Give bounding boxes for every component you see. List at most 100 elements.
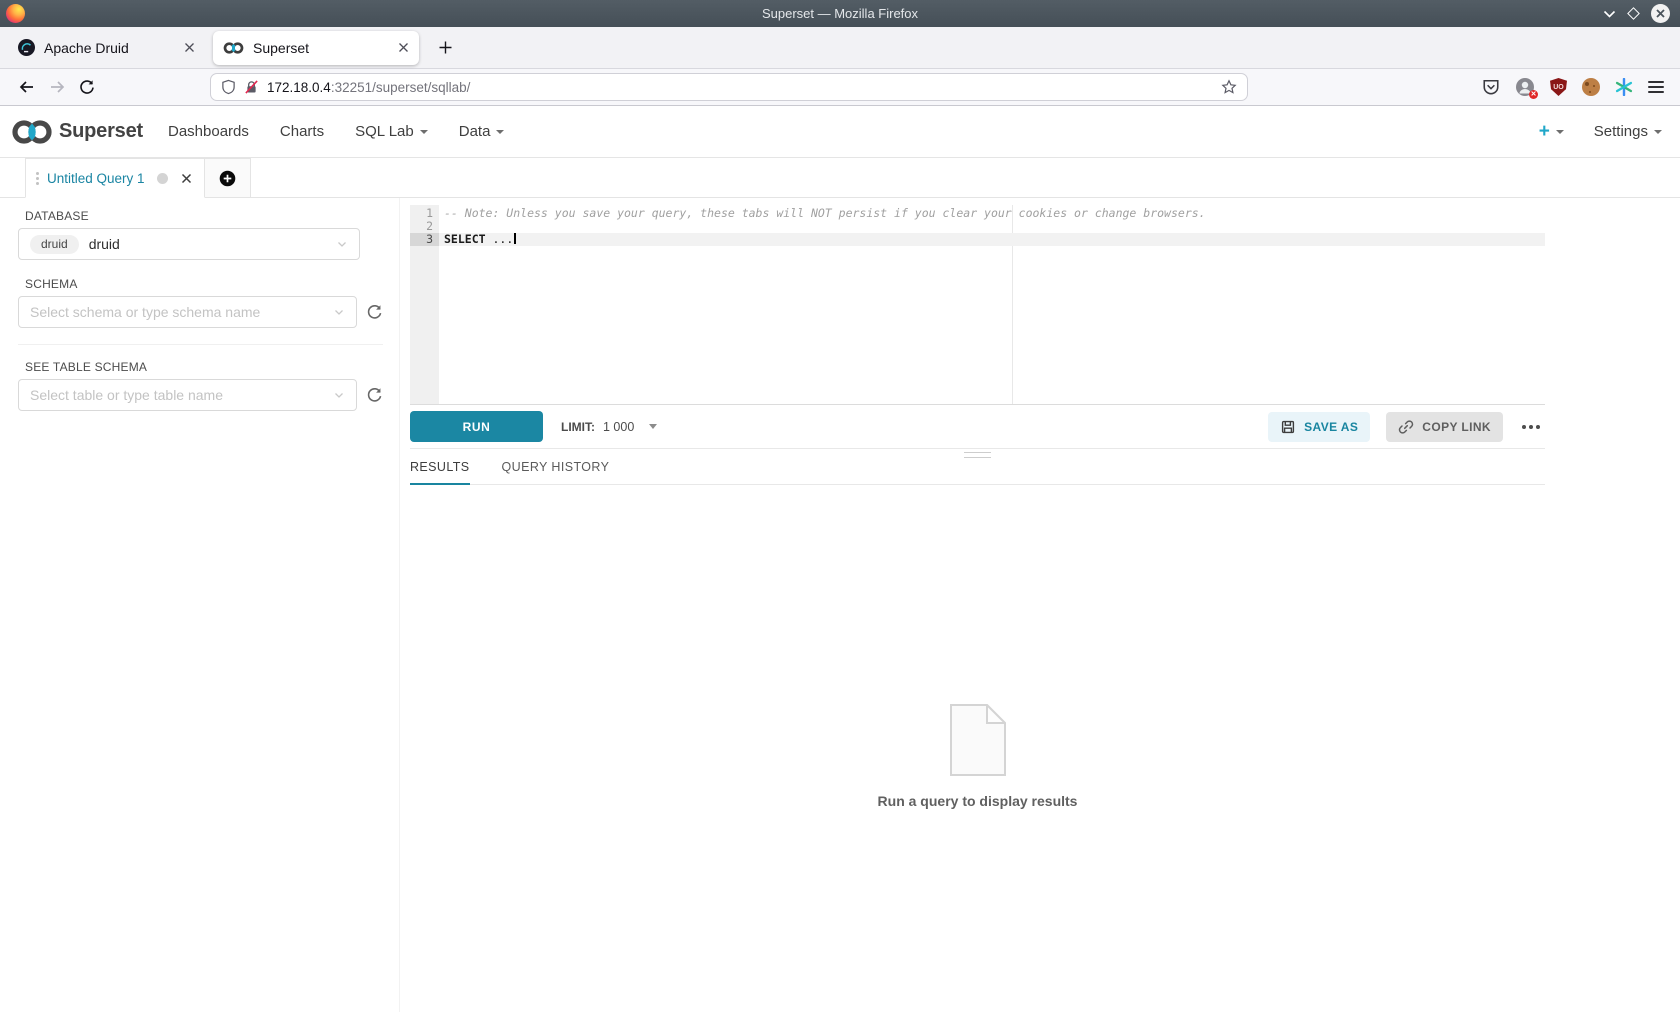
superset-favicon [223, 41, 244, 55]
nav-item-charts[interactable]: Charts [280, 123, 324, 140]
nav-label: Dashboards [168, 123, 249, 140]
window-close-icon[interactable] [1651, 4, 1670, 23]
code-comment-line: -- Note: Unless you save your query, the… [439, 207, 1545, 220]
nav-item-dashboards[interactable]: Dashboards [168, 123, 249, 140]
table-schema-label: SEE TABLE SCHEMA [25, 360, 383, 374]
query-tab-strip: Untitled Query 1 [0, 158, 1680, 198]
reload-button[interactable] [72, 73, 102, 101]
superset-navbar: Superset Dashboards Charts SQL Lab Data … [0, 106, 1680, 158]
run-button[interactable]: RUN [410, 411, 543, 442]
line-number-active: 3 [410, 233, 439, 246]
nav-item-sql-lab[interactable]: SQL Lab [355, 123, 428, 140]
add-query-tab-button[interactable] [205, 158, 251, 198]
pane-resize-handle[interactable] [964, 452, 991, 458]
limit-dropdown[interactable]: LIMIT: 1 000 [561, 420, 657, 434]
editor-gutter: 1 2 3 [410, 205, 439, 404]
code-active-line: SELECT ... [439, 233, 1545, 246]
browser-tab-apache-druid[interactable]: Apache Druid [8, 31, 205, 65]
nav-label: SQL Lab [355, 123, 414, 140]
text-cursor [514, 233, 516, 244]
url-path: :32251/superset/sqllab/ [331, 80, 471, 95]
browser-tab-strip: Apache Druid Superset [0, 27, 1680, 69]
empty-results-message: Run a query to display results [878, 793, 1078, 809]
settings-menu[interactable]: Settings [1594, 123, 1662, 140]
forward-button[interactable] [42, 73, 72, 101]
refresh-schema-icon[interactable] [366, 304, 383, 321]
sqllab-left-panel: DATABASE druid druid SCHEMA Select schem… [0, 198, 400, 1012]
table-select[interactable]: Select table or type table name [18, 379, 357, 411]
save-as-label: SAVE AS [1304, 420, 1358, 434]
url-host: 172.18.0.4 [267, 80, 331, 95]
tab-close-icon[interactable] [398, 42, 409, 53]
link-icon [1398, 419, 1414, 435]
caret-down-icon [649, 424, 657, 429]
chevron-down-icon [496, 130, 504, 134]
chevron-down-icon [1654, 130, 1662, 134]
code-blank-line [439, 220, 1545, 233]
save-as-button[interactable]: SAVE AS [1268, 412, 1370, 442]
window-titlebar: Superset — Mozilla Firefox [0, 0, 1680, 27]
query-tab-active[interactable]: Untitled Query 1 [25, 158, 205, 198]
schema-placeholder: Select schema or type schema name [30, 304, 260, 320]
refresh-table-icon[interactable] [366, 387, 383, 404]
menu-hamburger-icon[interactable] [1648, 78, 1664, 96]
ublock-origin-icon[interactable]: UO [1550, 78, 1567, 96]
firefox-logo-icon [6, 4, 25, 23]
table-placeholder: Select table or type table name [30, 387, 223, 403]
limit-value: 1 000 [603, 420, 634, 434]
new-tab-button[interactable] [433, 35, 458, 60]
plus-circle-icon [219, 170, 236, 187]
empty-document-icon [950, 704, 1006, 776]
editor-content[interactable]: -- Note: Unless you save your query, the… [439, 205, 1545, 404]
chevron-down-icon [333, 389, 345, 401]
window-title: Superset — Mozilla Firefox [0, 6, 1680, 21]
query-tab-close-icon[interactable] [181, 173, 192, 184]
account-container-icon[interactable]: ✕ [1515, 77, 1535, 97]
schema-select[interactable]: Select schema or type schema name [18, 296, 357, 328]
browser-tab-superset[interactable]: Superset [213, 31, 419, 65]
plus-icon: + [1539, 121, 1550, 143]
chevron-down-icon [336, 238, 348, 250]
brand-title[interactable]: Superset [59, 120, 143, 143]
asterisk-extension-icon[interactable] [1615, 78, 1633, 96]
nav-item-data[interactable]: Data [459, 123, 505, 140]
copy-link-button[interactable]: COPY LINK [1386, 412, 1503, 442]
bookmark-star-icon[interactable] [1221, 79, 1237, 95]
limit-label: LIMIT: [561, 420, 595, 434]
settings-label: Settings [1594, 123, 1648, 140]
tab-label: Apache Druid [44, 40, 129, 56]
editor-toolbar: RUN LIMIT: 1 000 SAVE AS [410, 405, 1545, 449]
superset-logo[interactable] [10, 117, 54, 147]
new-item-button[interactable]: + [1539, 121, 1564, 143]
chevron-down-icon [1556, 130, 1564, 134]
database-label: DATABASE [25, 209, 383, 223]
divider [18, 344, 383, 345]
cookie-extension-icon[interactable] [1582, 78, 1600, 96]
url-bar[interactable]: 172.18.0.4:32251/superset/sqllab/ [210, 73, 1248, 101]
back-button[interactable] [12, 73, 42, 101]
url-text: 172.18.0.4:32251/superset/sqllab/ [267, 80, 470, 95]
druid-favicon [18, 39, 35, 56]
tracking-shield-icon[interactable] [221, 79, 236, 95]
tab-query-history[interactable]: QUERY HISTORY [502, 460, 610, 484]
tab-results[interactable]: RESULTS [410, 460, 470, 485]
browser-nav-toolbar: 172.18.0.4:32251/superset/sqllab/ ✕ UO [0, 69, 1680, 106]
query-tab-title: Untitled Query 1 [47, 171, 145, 186]
sql-editor[interactable]: 1 2 3 -- Note: Unless you save your quer… [410, 205, 1545, 405]
more-options-icon[interactable] [1517, 419, 1545, 435]
chevron-down-icon [333, 306, 345, 318]
tab-close-icon[interactable] [184, 42, 195, 53]
database-select[interactable]: druid druid [18, 228, 360, 260]
copy-link-label: COPY LINK [1422, 420, 1491, 434]
insecure-lock-icon[interactable] [244, 79, 259, 95]
tab-label: Superset [253, 40, 309, 56]
drag-handle-icon[interactable] [36, 170, 39, 187]
query-status-dot [157, 173, 168, 184]
window-maximize-icon[interactable] [1627, 7, 1640, 20]
code-text: ... [486, 232, 514, 246]
chevron-down-icon [420, 130, 428, 134]
database-tag: druid [30, 235, 79, 254]
schema-label: SCHEMA [25, 277, 383, 291]
pocket-icon[interactable] [1482, 79, 1500, 96]
window-minimize-icon[interactable] [1603, 10, 1616, 18]
